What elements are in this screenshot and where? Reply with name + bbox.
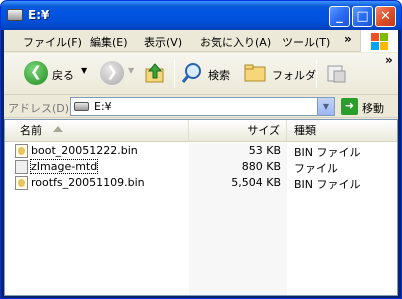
menu-view[interactable]: 表示(V) bbox=[144, 34, 182, 50]
go-arrow-icon[interactable]: ➜ bbox=[341, 98, 358, 115]
file-name: zImage-mtd bbox=[29, 159, 99, 174]
explorer-window: E:¥ _ □ ✕ ファイル(F) 編集(E) 表示(V) お気に入り(A) ツ… bbox=[0, 0, 402, 299]
toolbar: ❮ 戻る ▼ ❯ ▼ 検索 フォルダ » bbox=[4, 53, 398, 95]
address-dropdown-icon[interactable]: ▼ bbox=[317, 98, 334, 115]
table-row[interactable]: boot_20051222.bin 53 KB BIN ファイル bbox=[5, 143, 397, 159]
drive-icon bbox=[74, 102, 89, 111]
minimize-button[interactable]: _ bbox=[329, 6, 350, 27]
table-row[interactable]: rootfs_20051109.bin 5,504 KB BIN ファイル bbox=[5, 175, 397, 191]
folders-label[interactable]: フォルダ bbox=[272, 67, 316, 83]
menu-overflow-icon[interactable]: » bbox=[344, 32, 352, 46]
column-name[interactable]: 名前 bbox=[5, 120, 189, 142]
search-label[interactable]: 検索 bbox=[208, 67, 230, 83]
file-size: 53 KB bbox=[248, 144, 281, 157]
go-button[interactable]: 移動 bbox=[362, 100, 384, 116]
minimize-icon: _ bbox=[336, 9, 343, 24]
menu-tools[interactable]: ツール(T) bbox=[282, 34, 330, 50]
file-type: ファイル bbox=[294, 162, 338, 175]
folders-icon bbox=[244, 64, 266, 82]
file-type: BIN ファイル bbox=[294, 146, 361, 159]
file-size: 5,504 KB bbox=[231, 176, 281, 189]
forward-arrow-icon: ❯ bbox=[106, 64, 118, 80]
forward-dropdown-icon[interactable]: ▼ bbox=[128, 66, 134, 75]
file-type: BIN ファイル bbox=[294, 178, 361, 191]
close-icon: ✕ bbox=[380, 9, 391, 24]
folders-button[interactable] bbox=[244, 63, 268, 83]
address-value[interactable]: E:¥ bbox=[94, 100, 112, 113]
bin-file-icon bbox=[15, 144, 28, 158]
address-input[interactable]: E:¥ ▼ bbox=[70, 97, 335, 116]
windows-logo-icon bbox=[360, 30, 398, 52]
column-size-label: サイズ bbox=[247, 124, 280, 137]
close-button[interactable]: ✕ bbox=[375, 6, 396, 27]
menu-edit[interactable]: 編集(E) bbox=[90, 34, 128, 50]
title-bar[interactable]: E:¥ _ □ ✕ bbox=[1, 1, 401, 30]
drive-icon bbox=[7, 9, 23, 21]
menu-bar: ファイル(F) 編集(E) 表示(V) お気に入り(A) ツール(T) » bbox=[4, 30, 398, 52]
maximize-icon: □ bbox=[356, 9, 369, 24]
views-button[interactable] bbox=[326, 63, 348, 85]
address-label: アドレス(D) bbox=[8, 102, 70, 115]
back-arrow-icon: ❮ bbox=[30, 64, 42, 80]
up-folder-icon bbox=[145, 63, 164, 83]
menu-file[interactable]: ファイル(F) bbox=[23, 34, 82, 50]
generic-file-icon bbox=[15, 160, 28, 174]
bin-file-icon bbox=[15, 176, 28, 190]
window-title: E:¥ bbox=[28, 8, 50, 22]
views-icon bbox=[327, 65, 346, 83]
toolbar-separator bbox=[174, 60, 175, 88]
column-header: 名前 サイズ 種類 bbox=[5, 120, 397, 142]
file-name: boot_20051222.bin bbox=[31, 144, 138, 157]
file-list[interactable]: 名前 サイズ 種類 boot_20051222.bin 53 KB BIN ファ… bbox=[4, 119, 398, 296]
column-name-label: 名前 bbox=[20, 124, 42, 137]
address-bar: アドレス(D) E:¥ ▼ ➜ 移動 bbox=[4, 96, 398, 118]
column-type-label: 種類 bbox=[294, 124, 316, 137]
column-size[interactable]: サイズ bbox=[189, 120, 287, 142]
back-dropdown-icon[interactable]: ▼ bbox=[81, 66, 87, 75]
table-row[interactable]: zImage-mtd 880 KB ファイル bbox=[5, 159, 397, 175]
file-name: rootfs_20051109.bin bbox=[31, 176, 145, 189]
forward-button[interactable]: ❯ bbox=[100, 61, 124, 85]
file-size: 880 KB bbox=[241, 160, 281, 173]
menu-favorites[interactable]: お気に入り(A) bbox=[200, 34, 271, 50]
sort-ascending-icon bbox=[53, 126, 63, 132]
search-icon bbox=[181, 63, 201, 83]
up-folder-button[interactable] bbox=[144, 62, 166, 84]
window-body: ファイル(F) 編集(E) 表示(V) お気に入り(A) ツール(T) » ❮ … bbox=[4, 30, 398, 296]
toolbar-separator bbox=[316, 60, 317, 88]
column-type[interactable]: 種類 bbox=[287, 120, 397, 142]
back-button[interactable]: ❮ bbox=[24, 61, 48, 85]
back-label[interactable]: 戻る bbox=[52, 67, 74, 83]
toolbar-overflow-icon[interactable]: » bbox=[385, 53, 393, 67]
search-button[interactable] bbox=[181, 62, 203, 84]
maximize-button[interactable]: □ bbox=[352, 6, 373, 27]
